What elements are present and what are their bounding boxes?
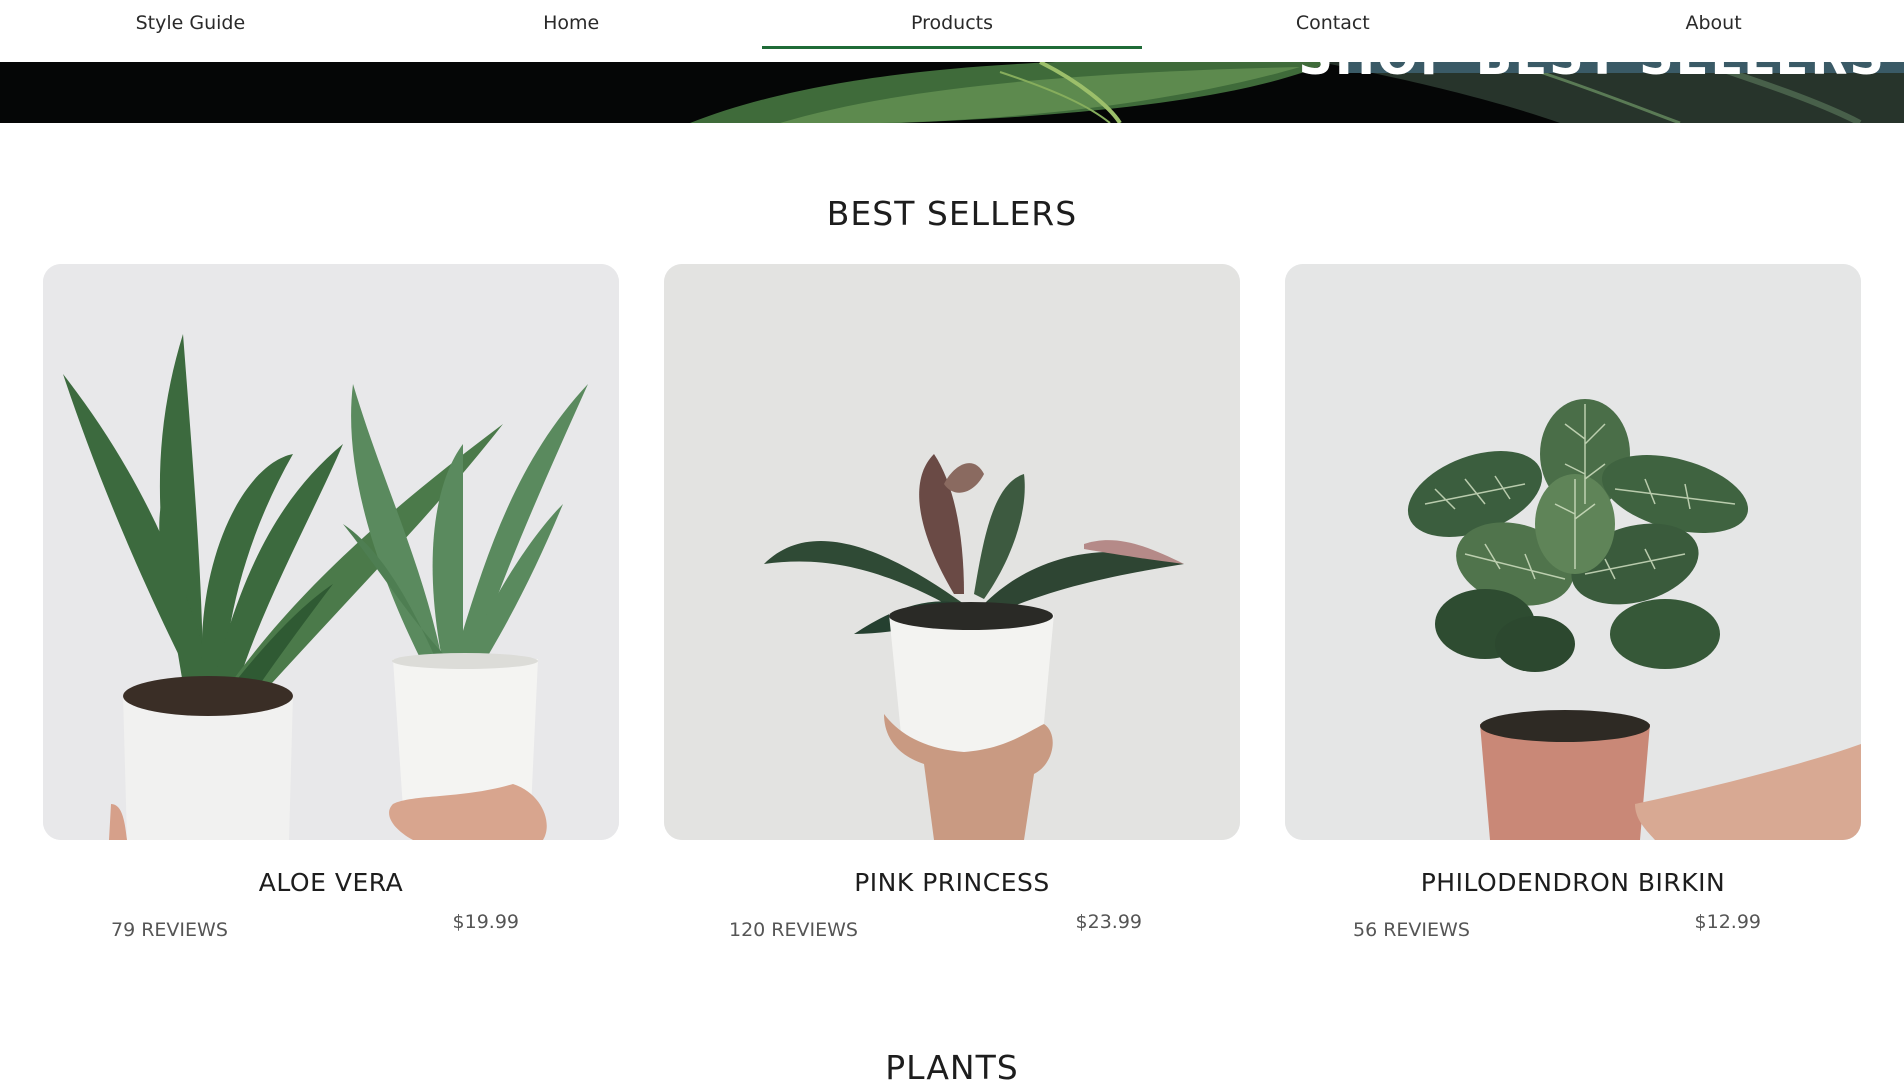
best-sellers-title: BEST SELLERS xyxy=(826,194,1078,233)
product-reviews[interactable]: 120 REVIEWS xyxy=(729,919,858,941)
aloe-plant-image xyxy=(43,264,619,840)
nav-contact[interactable]: Contact xyxy=(1142,0,1523,62)
product-price: $23.99 xyxy=(1075,911,1142,933)
product-meta: 120 REVIEWS $23.99 xyxy=(664,911,1240,951)
hero-banner-text: SHOP BEST SELLERS xyxy=(1298,62,1886,86)
product-name[interactable]: PHILODENDRON BIRKIN xyxy=(1285,868,1861,897)
nav-about[interactable]: About xyxy=(1523,0,1904,62)
product-reviews[interactable]: 56 REVIEWS xyxy=(1353,919,1470,941)
hero-banner-tag: SHOP BEST SELLERS xyxy=(1298,62,1904,86)
product-price: $12.99 xyxy=(1694,911,1761,933)
product-meta: 56 REVIEWS $12.99 xyxy=(1285,911,1861,951)
product-reviews[interactable]: 79 REVIEWS xyxy=(111,919,228,941)
philodendron-plant-image xyxy=(1285,264,1861,840)
nav-contact-label: Contact xyxy=(1295,12,1370,34)
product-card[interactable]: PINK PRINCESS 120 REVIEWS $23.99 xyxy=(664,264,1240,951)
nav-style-guide-label: Style Guide xyxy=(135,12,246,34)
product-image-pink-princess[interactable] xyxy=(664,264,1240,840)
nav-products-label: Products xyxy=(910,12,994,34)
product-card[interactable]: ALOE VERA 79 REVIEWS $19.99 xyxy=(43,264,619,951)
nav-home-label: Home xyxy=(543,12,600,34)
pink-princess-plant-image xyxy=(664,264,1240,840)
nav-home[interactable]: Home xyxy=(381,0,762,62)
product-meta: 79 REVIEWS $19.99 xyxy=(43,911,619,951)
main-nav: Style Guide Home Products Contact About xyxy=(0,0,1904,62)
plants-title: PLANTS xyxy=(885,1048,1019,1087)
nav-about-label: About xyxy=(1685,12,1742,34)
product-name[interactable]: ALOE VERA xyxy=(43,868,619,897)
product-name[interactable]: PINK PRINCESS xyxy=(664,868,1240,897)
nav-style-guide[interactable]: Style Guide xyxy=(0,0,381,62)
product-price: $19.99 xyxy=(452,911,519,933)
product-card[interactable]: PHILODENDRON BIRKIN 56 REVIEWS $12.99 xyxy=(1285,264,1861,951)
product-image-philodendron-birkin[interactable] xyxy=(1285,264,1861,840)
product-image-aloe-vera[interactable] xyxy=(43,264,619,840)
nav-products[interactable]: Products xyxy=(761,0,1143,62)
hero-banner: SHOP BEST SELLERS xyxy=(0,62,1904,123)
